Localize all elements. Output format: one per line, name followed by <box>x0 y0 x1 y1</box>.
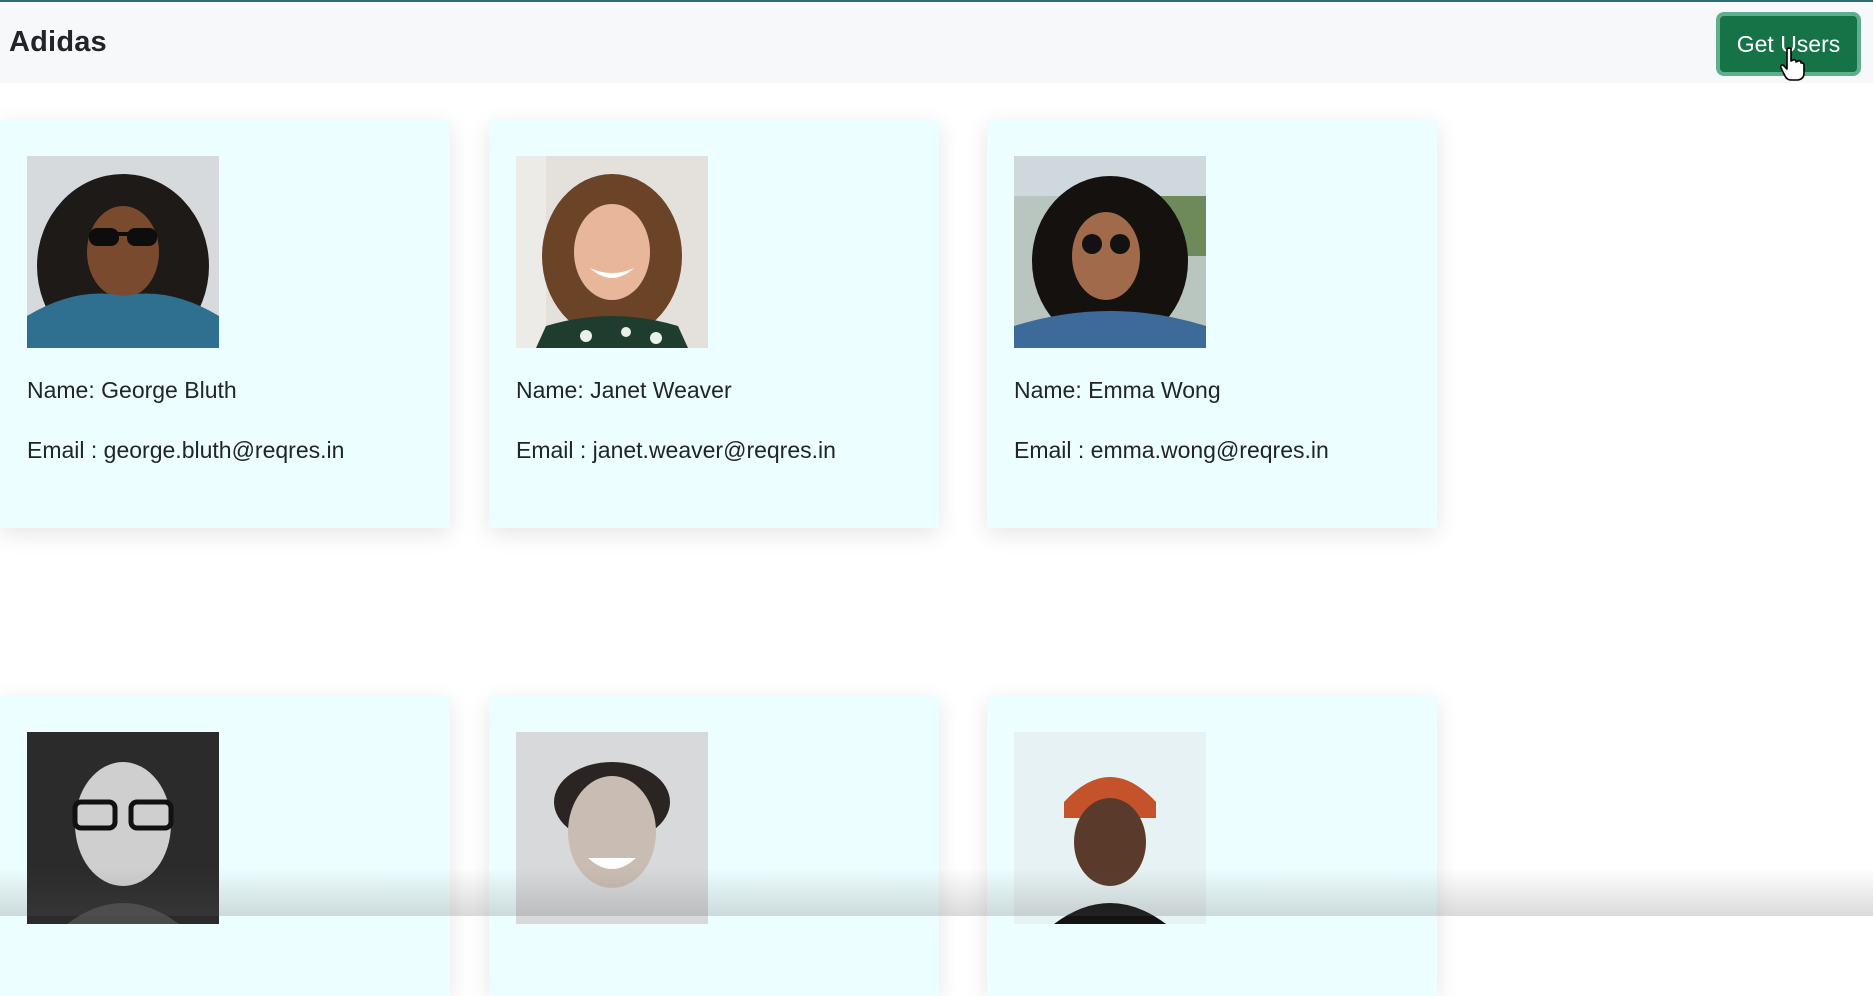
user-name: Name: Janet Weaver <box>516 377 732 403</box>
user-avatar <box>27 156 219 348</box>
user-name: Name: George Bluth <box>27 377 237 403</box>
user-card <box>987 696 1437 996</box>
user-card <box>0 696 450 996</box>
user-avatar <box>1014 732 1206 924</box>
user-card <box>489 696 939 996</box>
user-avatar <box>516 732 708 924</box>
brand-title[interactable]: Adidas <box>9 26 107 59</box>
user-name: Name: Emma Wong <box>1014 377 1221 403</box>
get-users-button[interactable]: Get Users <box>1716 12 1861 76</box>
user-email: Email : emma.wong@reqres.in <box>1014 437 1329 463</box>
navbar: Adidas Get Users <box>0 2 1873 83</box>
user-card: Name: Janet Weaver Email : janet.weaver@… <box>489 120 939 528</box>
user-email: Email : george.bluth@reqres.in <box>27 437 345 463</box>
user-card: Name: George Bluth Email : george.bluth@… <box>0 120 450 528</box>
user-email: Email : janet.weaver@reqres.in <box>516 437 836 463</box>
user-avatar <box>516 156 708 348</box>
user-avatar <box>27 732 219 924</box>
user-card: Name: Emma Wong Email : emma.wong@reqres… <box>987 120 1437 528</box>
user-avatar <box>1014 156 1206 348</box>
